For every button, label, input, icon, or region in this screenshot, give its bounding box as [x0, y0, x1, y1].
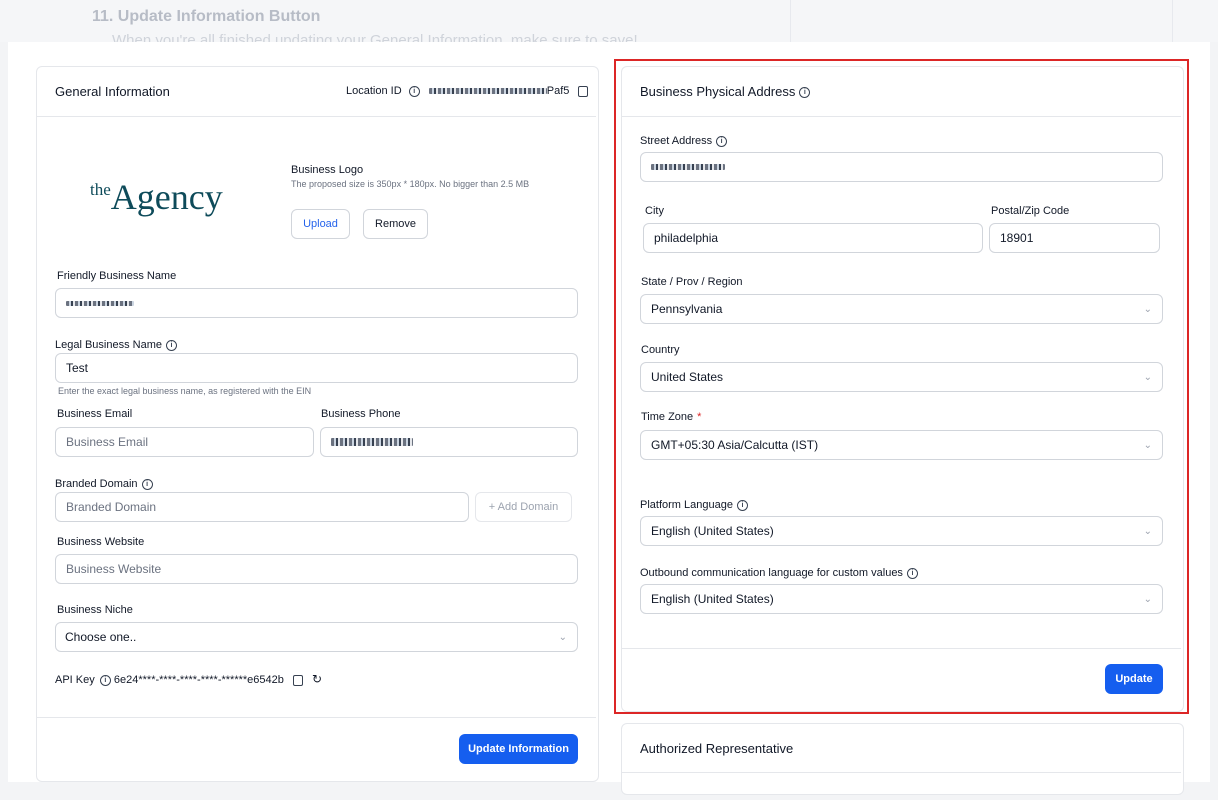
friendly-business-name-label: Friendly Business Name	[57, 270, 177, 282]
doc-divider	[790, 0, 791, 42]
legal-business-name-input[interactable]: Test	[55, 353, 578, 383]
branded-domain-input[interactable]: Branded Domain	[55, 492, 469, 522]
business-niche-select[interactable]: Choose one.. ⌄	[55, 622, 578, 652]
business-website-input[interactable]: Business Website	[55, 554, 578, 584]
authorized-representative-card	[621, 723, 1184, 795]
refresh-icon[interactable]: ↻	[312, 672, 322, 686]
api-key-value: 6e24****-****-****-****-******e6542b	[113, 674, 284, 686]
highlight-box	[614, 59, 1189, 714]
business-niche-label: Business Niche	[57, 604, 133, 616]
upload-button[interactable]: Upload	[291, 209, 350, 239]
branded-domain-label: Branded Domain i	[55, 478, 153, 490]
update-information-button[interactable]: Update Information	[459, 734, 578, 764]
divider	[37, 717, 596, 718]
api-key-row: API Key i 6e24****-****-****-****-******…	[55, 672, 322, 686]
location-id-redacted	[428, 88, 547, 95]
authorized-representative-title: Authorized Representative	[640, 741, 794, 756]
legal-business-name-label: Legal Business Name i	[55, 339, 178, 351]
business-website-label: Business Website	[57, 536, 145, 548]
step-heading: 11. Update Information Button	[92, 8, 321, 25]
business-logo-image: theAgency	[90, 177, 223, 217]
copy-icon[interactable]	[292, 674, 303, 686]
api-key-label: API Key	[55, 674, 95, 686]
business-logo-label: Business Logo	[291, 164, 364, 176]
info-icon[interactable]: i	[166, 339, 178, 351]
divider	[622, 772, 1181, 773]
business-logo-help: The proposed size is 350px * 180px. No b…	[291, 179, 530, 189]
remove-button[interactable]: Remove	[363, 209, 428, 239]
business-email-input[interactable]: Business Email	[55, 427, 314, 457]
copy-icon[interactable]	[578, 85, 589, 97]
info-icon[interactable]: i	[408, 85, 420, 97]
add-domain-button[interactable]: + Add Domain	[475, 492, 572, 522]
business-phone-input[interactable]	[320, 427, 578, 457]
friendly-name-redacted	[66, 300, 134, 306]
location-id-label: Location ID	[346, 85, 402, 97]
location-id-suffix: Paf5	[546, 85, 570, 97]
business-phone-label: Business Phone	[321, 408, 401, 420]
divider	[37, 116, 596, 117]
phone-redacted	[331, 438, 413, 446]
doc-divider	[1172, 0, 1173, 42]
info-icon[interactable]: i	[141, 478, 153, 490]
chevron-down-icon: ⌄	[558, 631, 567, 643]
business-email-label: Business Email	[57, 408, 133, 420]
location-id: Location ID i Paf5	[346, 85, 589, 97]
general-information-title: General Information	[55, 84, 170, 99]
info-icon[interactable]: i	[99, 674, 111, 686]
friendly-business-name-input[interactable]	[55, 288, 578, 318]
legal-business-name-help: Enter the exact legal business name, as …	[58, 386, 312, 396]
